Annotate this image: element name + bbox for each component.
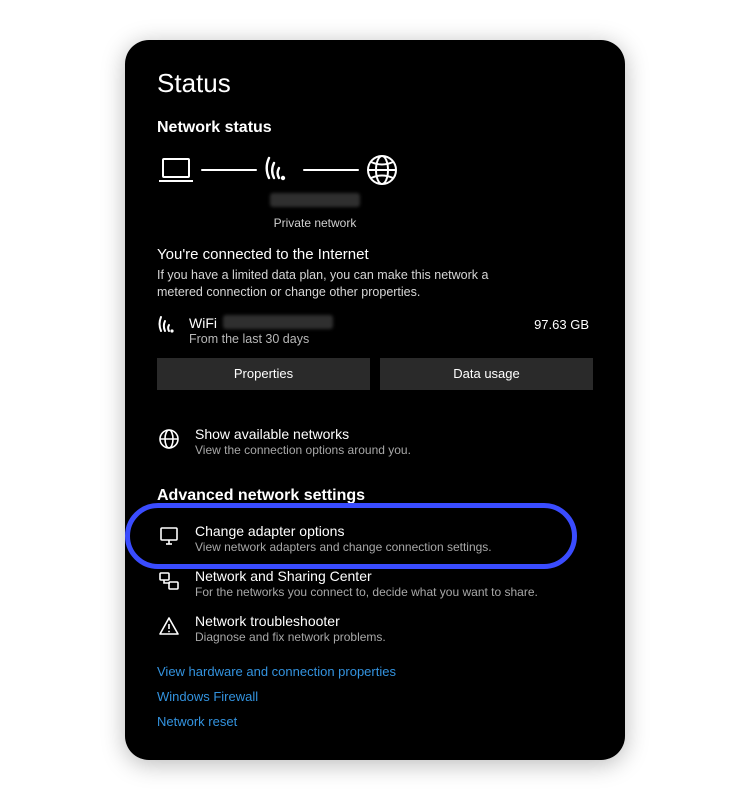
option-desc: View network adapters and change connect… — [195, 540, 492, 554]
monitor-icon — [157, 523, 181, 547]
option-title: Change adapter options — [195, 523, 492, 539]
option-title: Network troubleshooter — [195, 613, 386, 629]
change-adapter-options[interactable]: Change adapter options View network adap… — [157, 519, 593, 564]
wifi-signal-icon — [263, 155, 297, 185]
connected-heading: You're connected to the Internet — [157, 246, 593, 263]
globe-icon — [365, 153, 399, 187]
network-status-heading: Network status — [157, 119, 593, 137]
laptop-icon — [157, 155, 195, 185]
globe-small-icon — [157, 426, 181, 450]
network-name-redacted — [270, 193, 360, 207]
data-usage-value: 97.63 GB — [534, 315, 593, 332]
connection-name-redacted — [223, 315, 333, 329]
option-desc: View the connection options around you. — [195, 443, 411, 457]
warning-triangle-icon — [157, 613, 181, 637]
network-topology-diagram — [157, 153, 593, 187]
network-troubleshooter[interactable]: Network troubleshooter Diagnose and fix … — [157, 609, 593, 654]
option-desc: For the networks you connect to, decide … — [195, 585, 538, 599]
wifi-icon — [157, 315, 181, 335]
option-title: Show available networks — [195, 426, 411, 442]
data-usage-button[interactable]: Data usage — [380, 358, 593, 390]
option-title: Network and Sharing Center — [195, 568, 538, 584]
link-network-reset[interactable]: Network reset — [157, 714, 593, 729]
network-share-icon — [157, 568, 181, 592]
diagram-connector — [201, 169, 257, 171]
connected-description: If you have a limited data plan, you can… — [157, 267, 497, 301]
diagram-caption: Private network — [157, 193, 497, 232]
network-type-label: Private network — [274, 216, 357, 230]
network-sharing-center[interactable]: Network and Sharing Center For the netwo… — [157, 564, 593, 609]
connection-period: From the last 30 days — [189, 332, 526, 346]
connection-kind: WiFi — [189, 315, 217, 331]
settings-status-panel: Status Network status — [125, 40, 625, 760]
option-desc: Diagnose and fix network problems. — [195, 630, 386, 644]
properties-button[interactable]: Properties — [157, 358, 370, 390]
link-hardware-properties[interactable]: View hardware and connection properties — [157, 664, 593, 679]
diagram-connector — [303, 169, 359, 171]
page-title: Status — [157, 68, 593, 99]
show-available-networks[interactable]: Show available networks View the connect… — [157, 422, 593, 467]
advanced-settings-heading: Advanced network settings — [157, 487, 593, 505]
link-windows-firewall[interactable]: Windows Firewall — [157, 689, 593, 704]
